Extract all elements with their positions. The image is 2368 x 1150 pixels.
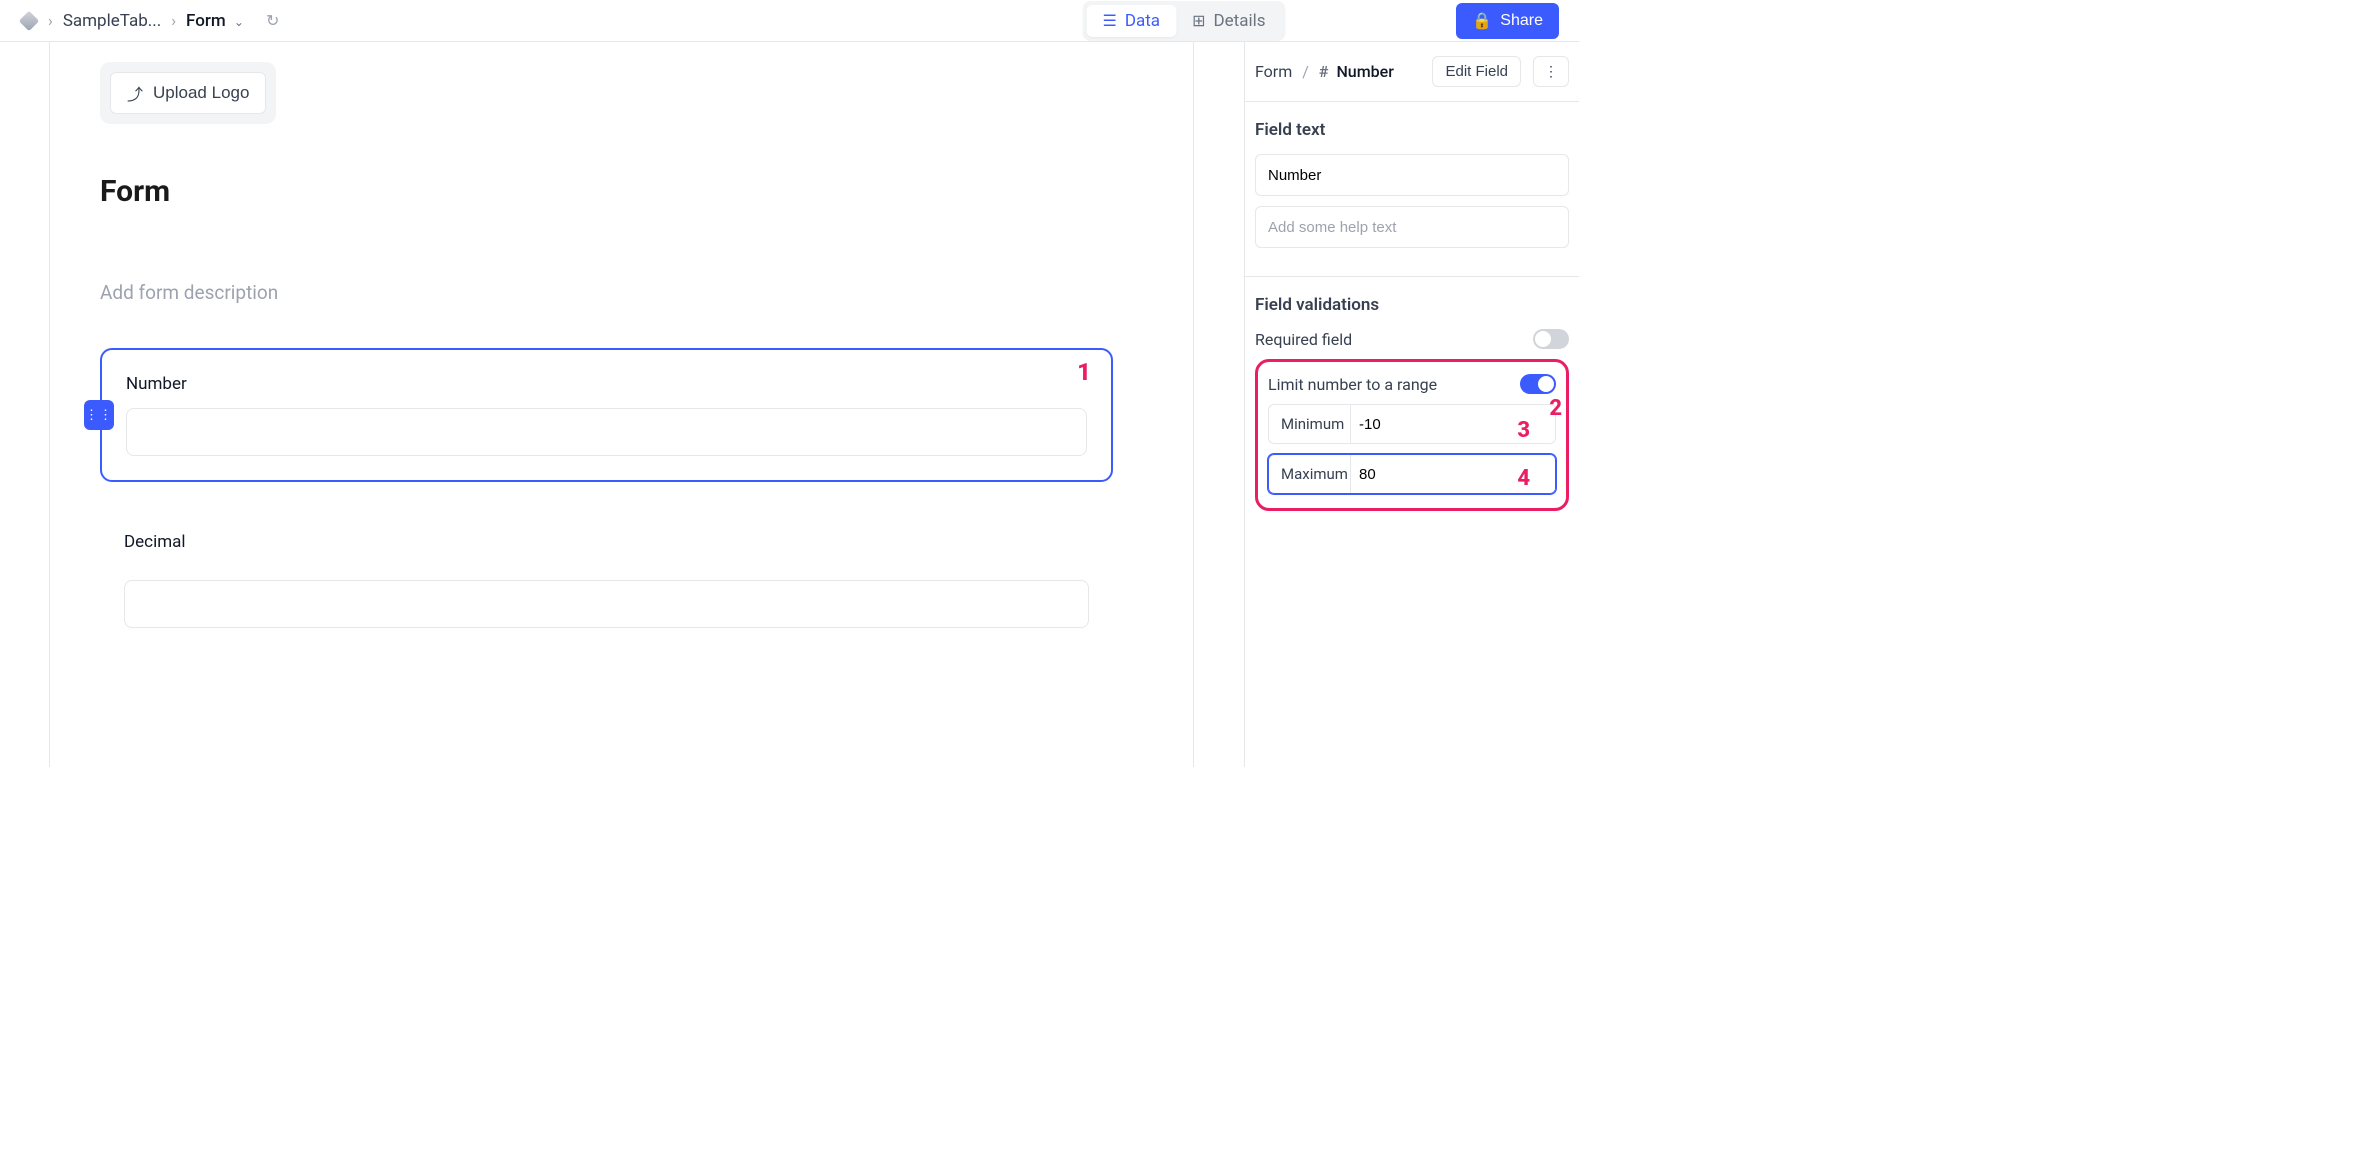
upload-logo-button[interactable]: ⤴ Upload Logo bbox=[110, 72, 266, 114]
tab-data[interactable]: ☰ Data bbox=[1087, 5, 1177, 37]
edit-field-button[interactable]: Edit Field bbox=[1432, 56, 1521, 87]
more-options-button[interactable]: ⋮ bbox=[1533, 56, 1569, 87]
maximum-label: Maximum bbox=[1269, 455, 1351, 493]
field-text-title: Field text bbox=[1255, 120, 1569, 140]
breadcrumb-form[interactable]: Form ⌄ bbox=[186, 11, 244, 31]
sidebar-header: Form / # Number Edit Field ⋮ bbox=[1245, 42, 1579, 102]
left-gutter bbox=[0, 42, 50, 767]
tab-details[interactable]: ⊞ Details bbox=[1176, 5, 1281, 37]
form-title[interactable]: Form bbox=[100, 174, 1113, 209]
form-canvas: ⤴ Upload Logo Form Add form description … bbox=[50, 42, 1194, 767]
breadcrumb-form-label: Form bbox=[186, 11, 226, 31]
required-field-toggle[interactable] bbox=[1533, 329, 1569, 349]
callout-badge-1: 1 bbox=[1077, 358, 1091, 386]
details-icon: ⊞ bbox=[1192, 11, 1205, 30]
refresh-icon[interactable]: ↻ bbox=[266, 11, 279, 30]
form-description[interactable]: Add form description bbox=[100, 281, 1113, 304]
limit-range-toggle[interactable] bbox=[1520, 374, 1556, 394]
section-validations: Field validations Required field Limit n… bbox=[1245, 277, 1579, 529]
share-label: Share bbox=[1500, 12, 1543, 30]
field-decimal-input[interactable] bbox=[124, 580, 1089, 628]
sidebar-crumb-form[interactable]: Form bbox=[1255, 62, 1292, 81]
lock-icon: 🔒 bbox=[1472, 11, 1492, 31]
more-vertical-icon: ⋮ bbox=[1544, 63, 1558, 79]
limit-range-label: Limit number to a range bbox=[1268, 375, 1437, 394]
breadcrumb-separator: › bbox=[48, 11, 53, 30]
upload-icon: ⤴ bbox=[127, 81, 143, 105]
sidebar-crumb-separator: / bbox=[1302, 62, 1309, 81]
drag-handle-icon[interactable]: ⋮⋮ bbox=[84, 400, 114, 430]
right-gutter bbox=[1194, 42, 1244, 767]
field-decimal-label: Decimal bbox=[124, 532, 1089, 552]
field-name-input[interactable] bbox=[1255, 154, 1569, 196]
sidebar: Form / # Number Edit Field ⋮ Field text … bbox=[1244, 42, 1579, 767]
tab-details-label: Details bbox=[1213, 11, 1265, 31]
minimum-label: Minimum bbox=[1269, 405, 1351, 443]
upload-logo-label: Upload Logo bbox=[153, 83, 249, 103]
upload-logo-area: ⤴ Upload Logo bbox=[100, 62, 276, 124]
limit-range-row: Limit number to a range bbox=[1268, 374, 1556, 394]
minimum-row: Minimum bbox=[1268, 404, 1556, 444]
drag-dots-icon: ⋮⋮ bbox=[85, 408, 113, 423]
required-field-label: Required field bbox=[1255, 330, 1352, 349]
breadcrumb-table[interactable]: SampleTab... bbox=[63, 11, 161, 31]
field-number-label: Number bbox=[126, 374, 1087, 394]
callout-badge-3: 3 bbox=[1517, 418, 1530, 443]
data-icon: ☰ bbox=[1103, 11, 1117, 30]
app-logo-icon[interactable] bbox=[19, 10, 39, 30]
breadcrumb: › SampleTab... › Form ⌄ ↻ bbox=[20, 11, 279, 31]
topbar-right: 🔒 Share bbox=[1456, 3, 1559, 39]
topbar: › SampleTab... › Form ⌄ ↻ ☰ Data ⊞ Detai… bbox=[0, 0, 1579, 42]
limit-range-box: Limit number to a range 2 Minimum 3 Maxi… bbox=[1255, 359, 1569, 511]
callout-badge-2: 2 bbox=[1549, 396, 1562, 421]
field-number-card[interactable]: ⋮⋮ 1 Number bbox=[100, 348, 1113, 482]
callout-badge-4: 4 bbox=[1517, 466, 1530, 491]
chevron-down-icon[interactable]: ⌄ bbox=[234, 15, 244, 29]
field-number-input[interactable] bbox=[126, 408, 1087, 456]
hash-icon: # bbox=[1319, 62, 1329, 81]
validations-title: Field validations bbox=[1255, 295, 1569, 315]
required-field-row: Required field bbox=[1255, 329, 1569, 349]
maximum-row: Maximum bbox=[1268, 454, 1556, 494]
share-button[interactable]: 🔒 Share bbox=[1456, 3, 1559, 39]
tab-data-label: Data bbox=[1125, 11, 1160, 31]
breadcrumb-separator: › bbox=[171, 11, 176, 30]
field-decimal-card[interactable]: Decimal bbox=[100, 532, 1113, 628]
help-text-input[interactable] bbox=[1255, 206, 1569, 248]
main: ⤴ Upload Logo Form Add form description … bbox=[0, 42, 1579, 767]
view-tabs: ☰ Data ⊞ Details bbox=[1083, 1, 1286, 41]
sidebar-crumb-field[interactable]: Number bbox=[1336, 62, 1393, 81]
section-field-text: Field text bbox=[1245, 102, 1579, 277]
